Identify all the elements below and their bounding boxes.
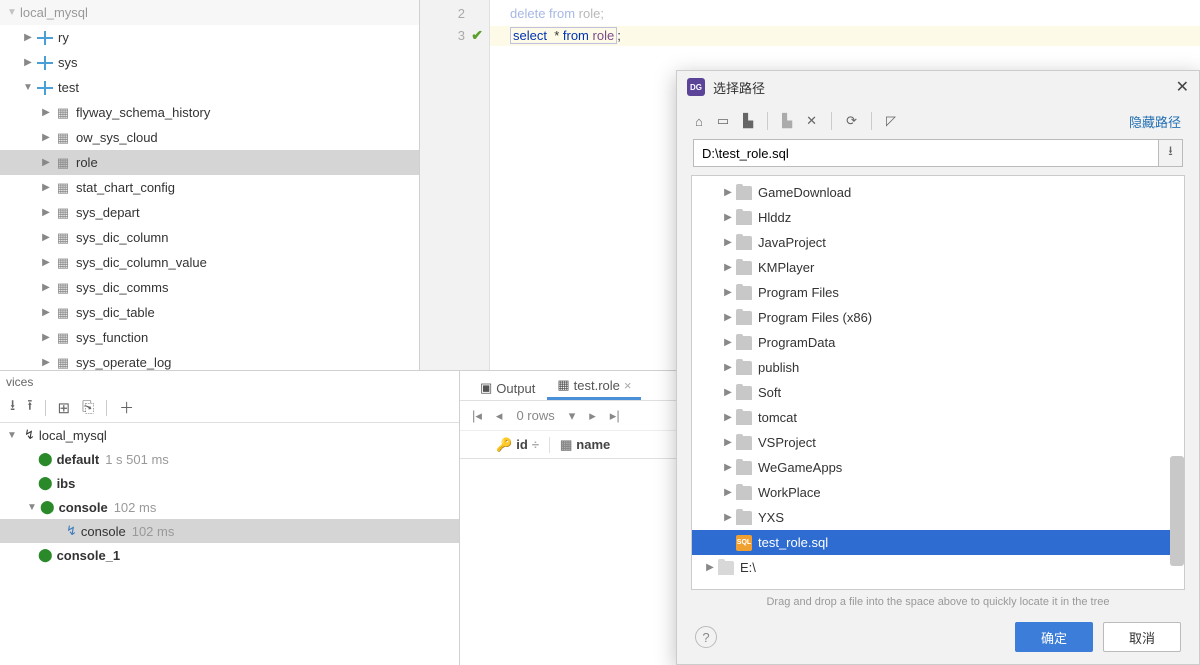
services-toolbar: ⭳ ⭱ ⊞ ⎘ ＋	[0, 393, 459, 423]
svc-default[interactable]: ⬤default1 s 501 ms	[0, 447, 459, 471]
drop-hint: Drag and drop a file into the space abov…	[677, 590, 1199, 610]
folder-row[interactable]: ▶JavaProject	[692, 230, 1184, 255]
drive-e[interactable]: ▶E:\	[692, 555, 1184, 580]
folder-row[interactable]: ▶tomcat	[692, 405, 1184, 430]
prev-icon[interactable]: ◂	[496, 408, 503, 424]
svc-root[interactable]: ▼↯local_mysql	[0, 423, 459, 447]
cancel-button[interactable]: 取消	[1103, 622, 1181, 652]
schema-sys[interactable]: ▶sys	[0, 50, 419, 75]
table-row[interactable]: ▶▦sys_dic_comms	[0, 275, 419, 300]
folder-row[interactable]: ▶KMPlayer	[692, 255, 1184, 280]
editor-gutter: 2 3✔	[420, 0, 490, 370]
table-row[interactable]: ▶▦flyway_schema_history	[0, 100, 419, 125]
grid-icon[interactable]: ⊞	[58, 399, 71, 417]
app-logo-icon: DG	[687, 78, 705, 96]
tab-testrole[interactable]: ▦test.role×	[547, 371, 641, 400]
svc-console[interactable]: ▼⬤console102 ms	[0, 495, 459, 519]
folder-row[interactable]: ▶publish	[692, 355, 1184, 380]
home-icon[interactable]: ⌂	[695, 114, 703, 129]
folder-row[interactable]: ▶WorkPlace	[692, 480, 1184, 505]
table-row[interactable]: ▶▦stat_chart_config	[0, 175, 419, 200]
folder-row[interactable]: ▶YXS	[692, 505, 1184, 530]
collapse-icon[interactable]: ⭱	[27, 395, 32, 420]
ok-button[interactable]: 确定	[1015, 622, 1093, 652]
close-icon[interactable]: ✕	[1176, 77, 1189, 97]
folder-row[interactable]: ▶ProgramData	[692, 330, 1184, 355]
path-input[interactable]	[693, 139, 1159, 167]
svc-console1[interactable]: ⬤console_1	[0, 543, 459, 567]
table-row[interactable]: ▶▦sys_operate_log	[0, 350, 419, 370]
project-icon[interactable]: ▙	[743, 113, 753, 129]
expand-icon[interactable]: ⭳	[10, 395, 15, 420]
dialog-toolbar: ⌂ ▭ ▙ ▙ ✕ ⟳ ◸ 隐藏路径	[677, 103, 1199, 139]
add-icon[interactable]: ＋	[119, 397, 134, 418]
tab-output[interactable]: ▣Output	[470, 374, 545, 400]
next-icon[interactable]: ▸	[589, 408, 596, 424]
file-tree: ▶GameDownload ▶Hlddz ▶JavaProject ▶KMPla…	[691, 175, 1185, 590]
dialog-title: 选择路径	[713, 78, 765, 97]
folder-row[interactable]: ▶Program Files (x86)	[692, 305, 1184, 330]
last-icon[interactable]: ▸|	[610, 408, 620, 424]
folder-row[interactable]: ▶GameDownload	[692, 180, 1184, 205]
choose-path-dialog: DG 选择路径 ✕ ⌂ ▭ ▙ ▙ ✕ ⟳ ◸ 隐藏路径 ⭳ ▶GameDown…	[676, 70, 1200, 665]
folder-row[interactable]: ▶Soft	[692, 380, 1184, 405]
table-row[interactable]: ▶▦sys_dic_table	[0, 300, 419, 325]
schema-ry[interactable]: ▶ry	[0, 25, 419, 50]
sql-file-icon: SQL	[736, 535, 752, 551]
table-icon: ▦	[557, 377, 569, 393]
table-row[interactable]: ▶▦sys_depart	[0, 200, 419, 225]
new-folder-icon[interactable]: ▙	[782, 113, 792, 129]
svc-ibs[interactable]: ⬤ibs	[0, 471, 459, 495]
show-hidden-icon[interactable]: ◸	[886, 113, 896, 129]
scrollbar[interactable]	[1170, 456, 1184, 566]
close-icon: ×	[624, 378, 632, 393]
delete-icon[interactable]: ✕	[806, 113, 817, 129]
table-row[interactable]: ▶▦sys_dic_column_value	[0, 250, 419, 275]
refresh-icon[interactable]: ⟳	[846, 113, 857, 129]
database-tree: ▼local_mysql ▶ry ▶sys ▼test ▶▦flyway_sch…	[0, 0, 420, 370]
table-icon: ▦	[560, 437, 572, 453]
folder-row[interactable]: ▶WeGameApps	[692, 455, 1184, 480]
table-row[interactable]: ▶▦sys_function	[0, 325, 419, 350]
folder-row[interactable]: ▶Program Files	[692, 280, 1184, 305]
desktop-icon[interactable]: ▭	[717, 113, 729, 129]
services-heading: vices	[0, 371, 459, 393]
first-icon[interactable]: |◂	[472, 408, 482, 424]
row-count: 0 rows	[516, 408, 554, 423]
schema-test[interactable]: ▼test	[0, 75, 419, 100]
check-icon: ✔	[471, 27, 483, 44]
table-row[interactable]: ▶▦sys_dic_column	[0, 225, 419, 250]
folder-row[interactable]: ▶Hlddz	[692, 205, 1184, 230]
svc-console-inner[interactable]: ↯console102 ms	[0, 519, 459, 543]
table-role[interactable]: ▶▦role	[0, 150, 419, 175]
hide-path-link[interactable]: 隐藏路径	[1129, 112, 1181, 131]
folder-row[interactable]: ▶VSProject	[692, 430, 1184, 455]
save-path-icon[interactable]: ⭳	[1159, 139, 1183, 167]
schema-row: ▼local_mysql	[0, 0, 419, 25]
table-row[interactable]: ▶▦ow_sys_cloud	[0, 125, 419, 150]
file-test-role-sql[interactable]: SQLtest_role.sql	[692, 530, 1184, 555]
terminal-icon: ▣	[480, 380, 492, 396]
help-icon[interactable]: ?	[695, 626, 717, 648]
bookmark-icon[interactable]: ⎘	[82, 399, 94, 416]
